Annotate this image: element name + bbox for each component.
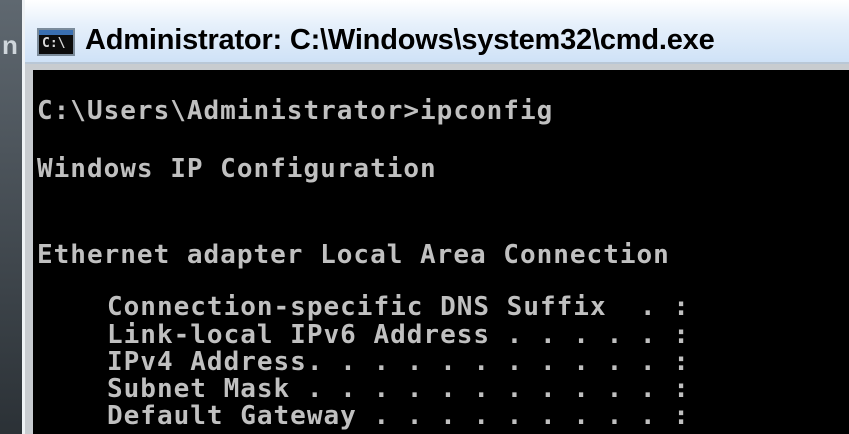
field-dns-suffix: Connection-specific DNS Suffix . :	[107, 292, 690, 322]
field-ipv4-address: IPv4 Address. . . . . . . . . . . :	[107, 347, 690, 377]
title-bar[interactable]: C:\ Administrator: C:\Windows\system32\c…	[25, 0, 849, 64]
field-default-gateway: Default Gateway . . . . . . . . . :	[107, 401, 690, 431]
field-subnet-mask: Subnet Mask . . . . . . . . . . . :	[107, 374, 690, 404]
window-title: Administrator: C:\Windows\system32\cmd.e…	[85, 24, 715, 56]
ip-config-header: Windows IP Configuration	[37, 154, 437, 184]
cmd-icon-glyph: C:\	[42, 36, 66, 51]
console-output[interactable]: C:\Users\Administrator>ipconfig Windows …	[33, 70, 849, 434]
cmd-window[interactable]: C:\ Administrator: C:\Windows\system32\c…	[22, 0, 849, 434]
cmd-icon[interactable]: C:\	[37, 28, 75, 56]
field-ipv6-address: Link-local IPv6 Address . . . . . :	[107, 320, 690, 350]
desktop-background: n	[0, 0, 22, 434]
prompt-line: C:\Users\Administrator>ipconfig	[37, 96, 554, 126]
background-text-fragment: n	[2, 30, 18, 60]
adapter-header: Ethernet adapter Local Area Connection	[37, 240, 670, 270]
